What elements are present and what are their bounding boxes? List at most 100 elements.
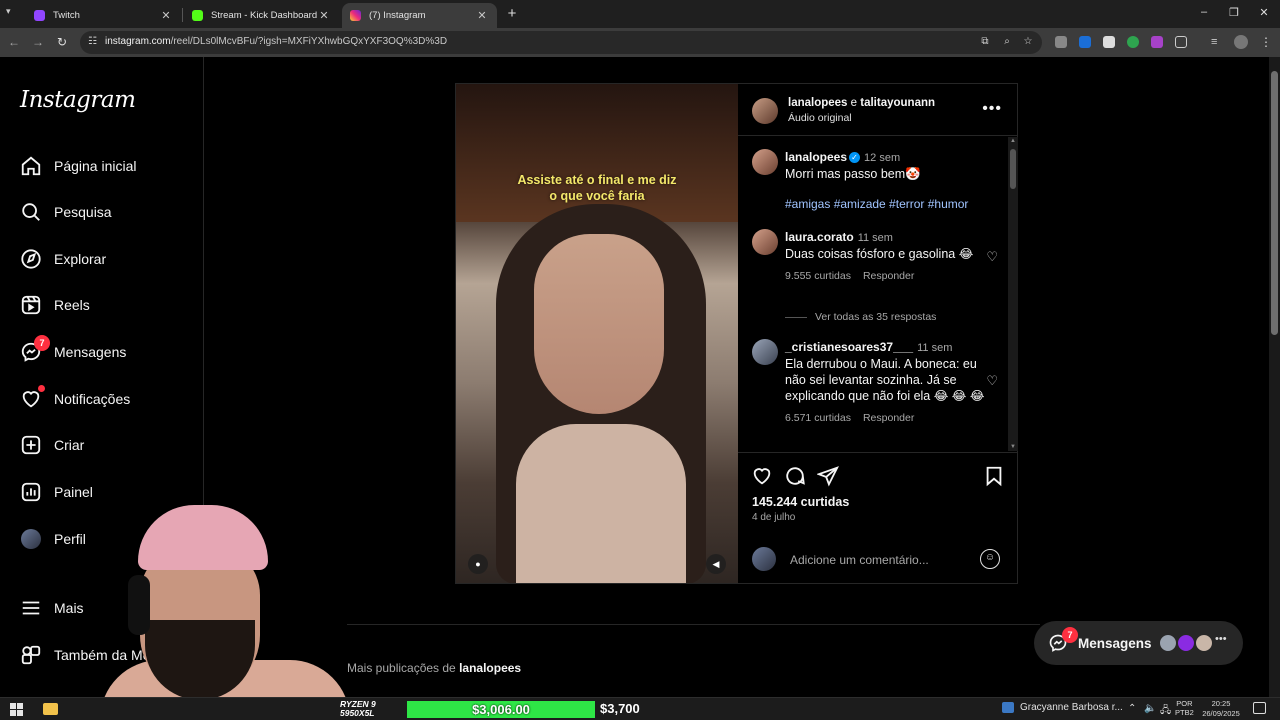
- windows-taskbar: RYZEN 9 5950X5L $3,006.00 $3,700 Gracyan…: [0, 697, 1280, 720]
- verified-badge-icon: ✓: [849, 152, 861, 164]
- extension-purple-icon[interactable]: [1151, 36, 1163, 48]
- page-scrollbar[interactable]: [1269, 57, 1280, 697]
- comments-scrollbar[interactable]: ▲ ▼: [1008, 137, 1018, 451]
- forward-icon[interactable]: →: [30, 35, 46, 49]
- tray-chevron-icon[interactable]: ⌃: [1128, 703, 1136, 714]
- more-posts-heading: Mais publicações de lanalopees: [347, 661, 521, 675]
- nav-profile[interactable]: Perfil: [20, 524, 86, 554]
- comment-username[interactable]: laura.corato: [785, 230, 854, 244]
- nav-explore[interactable]: Explorar: [20, 244, 106, 274]
- window-close-icon[interactable]: ✕: [1256, 6, 1272, 19]
- extensions-icon[interactable]: [1175, 36, 1187, 48]
- new-tab-icon[interactable]: +: [503, 5, 521, 23]
- extension-video-icon[interactable]: [1103, 36, 1115, 48]
- nav-messages[interactable]: 7 Mensagens: [20, 335, 126, 367]
- webcam-overlay: [100, 500, 350, 700]
- system-clock[interactable]: 20:25 26/09/2025: [1199, 699, 1243, 719]
- more-posts-username[interactable]: lanalopees: [459, 661, 521, 675]
- avatar[interactable]: [752, 339, 778, 365]
- address-bar[interactable]: ☷ instagram.com/reel/DLs0lMcvBFu/?igsh=M…: [80, 31, 1042, 54]
- instagram-logo[interactable]: Instagram: [20, 87, 136, 113]
- reply-button[interactable]: Responder: [863, 270, 914, 282]
- extension-shield-icon[interactable]: [1055, 36, 1067, 48]
- scroll-down-icon[interactable]: ▼: [1010, 444, 1016, 450]
- comment-likes[interactable]: 6.571 curtidas: [785, 412, 851, 424]
- view-replies[interactable]: Ver todas as 35 respostas: [785, 311, 936, 323]
- comment-item: laura.corato 11 sem Duas coisas fósforo e…: [752, 229, 998, 299]
- caption-username[interactable]: lanalopees: [785, 150, 847, 164]
- input-language[interactable]: POR PTB2: [1175, 699, 1194, 717]
- page-scroll-thumb[interactable]: [1271, 71, 1278, 335]
- bookmark-star-icon[interactable]: ☆: [1021, 36, 1035, 47]
- taskbar-app[interactable]: Gracyanne Barbosa r...: [1002, 702, 1123, 713]
- site-info-icon[interactable]: ☷: [88, 36, 100, 48]
- emoji-icon[interactable]: ☺: [980, 549, 1000, 569]
- author-username[interactable]: lanalopees: [788, 97, 847, 109]
- save-bookmark-icon[interactable]: [983, 465, 1005, 487]
- back-icon[interactable]: ←: [6, 35, 22, 49]
- tab-list-chevron-icon[interactable]: ▾: [6, 6, 11, 17]
- tab-kick-dashboard[interactable]: Stream - Kick Dashboard ✕: [184, 3, 339, 28]
- menu-icon[interactable]: ⋮: [1258, 35, 1274, 49]
- volume-tray-icon[interactable]: 🔈: [1144, 703, 1156, 714]
- audio-link[interactable]: Áudio original: [788, 112, 852, 124]
- nav-dashboard[interactable]: Painel: [20, 477, 93, 507]
- tab-instagram[interactable]: (7) Instagram ✕: [342, 3, 497, 28]
- install-icon[interactable]: ⧉: [978, 36, 992, 47]
- reading-list-icon[interactable]: ≡: [1211, 36, 1223, 48]
- profile-icon[interactable]: [1234, 35, 1248, 49]
- nav-reels[interactable]: Reels: [20, 290, 90, 320]
- url-text[interactable]: instagram.com/reel/DLs0lMcvBFu/?igsh=MXF…: [105, 36, 447, 47]
- extension-green-icon[interactable]: [1127, 36, 1139, 48]
- close-icon[interactable]: ✕: [317, 9, 331, 22]
- restore-icon[interactable]: ❐: [1226, 6, 1242, 19]
- notifications-icon[interactable]: [1253, 702, 1266, 714]
- coauthor-username[interactable]: talitayounann: [860, 97, 935, 109]
- close-icon[interactable]: ✕: [475, 9, 489, 22]
- avatar[interactable]: [752, 149, 778, 175]
- tab-twitch[interactable]: Twitch ✕: [26, 3, 181, 28]
- extension-translate-icon[interactable]: [1079, 36, 1091, 48]
- reel-video[interactable]: Assiste até o final e me diz o que você …: [456, 84, 738, 583]
- comment-input[interactable]: Adicione um comentário...: [790, 553, 929, 567]
- like-heart-icon[interactable]: [751, 465, 773, 487]
- nav-label: Painel: [54, 484, 93, 500]
- nav-label: Mais: [54, 600, 84, 616]
- tagged-user-icon[interactable]: ●: [468, 554, 488, 574]
- reload-icon[interactable]: ↻: [54, 35, 70, 49]
- avatar: [1176, 633, 1196, 653]
- file-explorer-icon[interactable]: [43, 703, 58, 715]
- scroll-thumb[interactable]: [1010, 149, 1016, 189]
- comment-like-heart-icon[interactable]: ♡: [986, 373, 998, 389]
- comment-likes[interactable]: 9.555 curtidas: [785, 270, 851, 282]
- reels-icon: [20, 294, 42, 316]
- close-icon[interactable]: ✕: [159, 9, 173, 22]
- nav-home[interactable]: Página inicial: [20, 151, 137, 181]
- tab-title: Stream - Kick Dashboard: [211, 10, 317, 21]
- video-person-face: [534, 234, 664, 414]
- nav-notifications[interactable]: Notificações: [20, 384, 130, 414]
- more-options-icon[interactable]: •••: [982, 100, 1002, 118]
- likes-count[interactable]: 145.244 curtidas: [752, 495, 849, 509]
- share-icon[interactable]: [816, 465, 839, 487]
- dashboard-icon: [20, 481, 42, 503]
- windows-start-icon[interactable]: [10, 703, 23, 716]
- reply-button[interactable]: Responder: [863, 412, 914, 424]
- donation-goal-bar: $3,006.00: [407, 701, 595, 718]
- nav-search[interactable]: Pesquisa: [20, 197, 112, 227]
- avatar[interactable]: [752, 98, 778, 124]
- scroll-up-icon[interactable]: ▲: [1010, 138, 1016, 144]
- comment-username[interactable]: _cristianesoares37___: [785, 340, 913, 354]
- messages-floating-button[interactable]: 7 Mensagens •••: [1034, 621, 1243, 665]
- address-toolbar: ← → ↻ ☷ instagram.com/reel/DLs0lMcvBFu/?…: [0, 28, 1280, 57]
- nav-create[interactable]: Criar: [20, 430, 84, 460]
- comment-icon[interactable]: [784, 465, 806, 487]
- caption-hashtags[interactable]: #amigas #amizade #terror #humor: [785, 196, 985, 212]
- nav-more[interactable]: Mais: [20, 593, 84, 623]
- network-icon[interactable]: 🖧: [1160, 703, 1171, 720]
- zoom-icon[interactable]: ⌕: [1000, 36, 1014, 47]
- comment-like-heart-icon[interactable]: ♡: [986, 249, 998, 265]
- avatar[interactable]: [752, 229, 778, 255]
- minimize-icon[interactable]: –: [1196, 6, 1212, 18]
- volume-icon[interactable]: ◀: [706, 554, 726, 574]
